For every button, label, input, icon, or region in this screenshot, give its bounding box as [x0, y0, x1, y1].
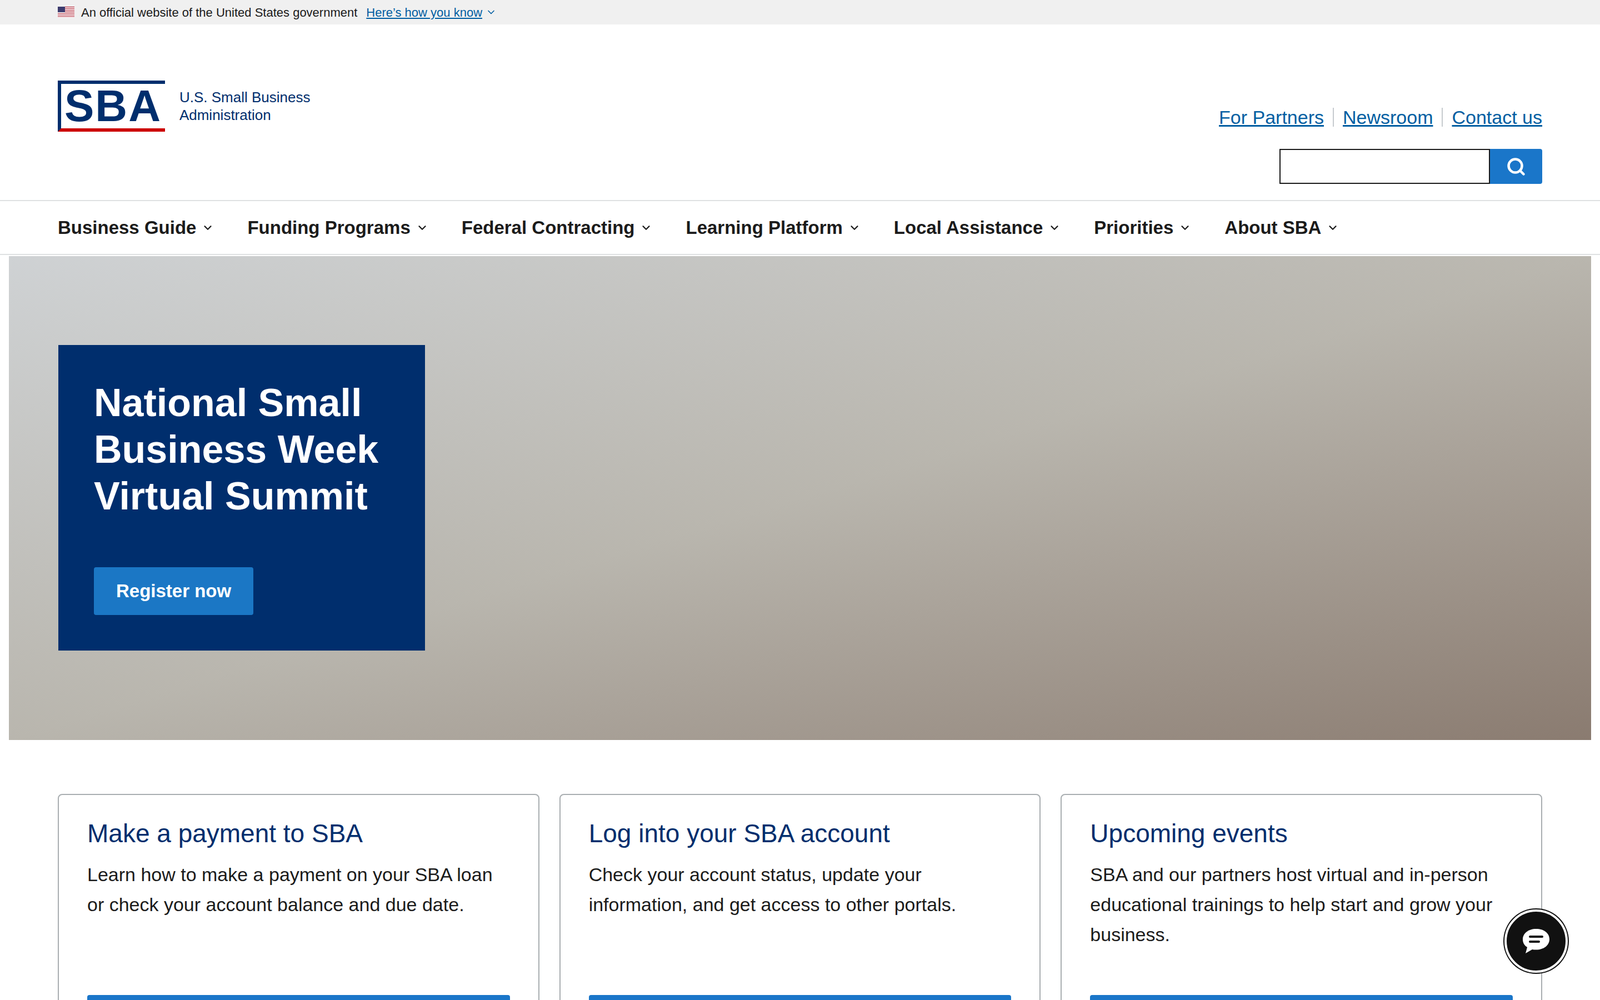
chevron-down-icon: [1178, 221, 1192, 234]
sba-logo[interactable]: SBA U.S. Small BusinessAdministration: [57, 24, 310, 132]
card-title[interactable]: Log into your SBA account: [588, 817, 1012, 850]
header-right: For Partners Newsroom Contact us: [1218, 24, 1543, 200]
card-title[interactable]: Upcoming events: [1090, 817, 1513, 850]
link-divider: [1441, 107, 1443, 127]
logo-name: U.S. Small BusinessAdministration: [179, 88, 311, 124]
search-icon: [1506, 156, 1527, 177]
how-you-know-link[interactable]: Here’s how you know: [366, 3, 497, 22]
link-divider: [1332, 107, 1334, 127]
card-body: Check your account status, update your i…: [588, 859, 1012, 920]
nav-item[interactable]: Learning Platform: [685, 213, 860, 242]
chat-button[interactable]: [1504, 909, 1568, 973]
chevron-down-icon: [416, 221, 429, 234]
card-body: Learn how to make a payment on your SBA …: [87, 859, 510, 920]
page: An official website of the United States…: [0, 0, 1600, 1000]
chevron-down-icon: [640, 221, 653, 234]
chevron-down-icon: [848, 221, 861, 234]
nav-item[interactable]: Funding Programs: [247, 213, 428, 242]
info-card: Log into your SBA account Check your acco…: [559, 793, 1042, 1000]
us-flag-icon: [57, 6, 75, 18]
card-row: Make a payment to SBA Learn how to make a…: [0, 793, 1600, 1000]
nav-item[interactable]: Local Assistance: [893, 213, 1061, 242]
register-button[interactable]: Register now: [93, 567, 254, 615]
hero-panel: National Small Business Week Virtual Sum…: [58, 345, 425, 651]
card-button[interactable]: [87, 995, 510, 1000]
header: SBA U.S. Small BusinessAdministration For …: [0, 24, 1600, 200]
nav-item[interactable]: Priorities: [1093, 213, 1192, 242]
card-title[interactable]: Make a payment to SBA: [87, 817, 510, 850]
card-button[interactable]: [588, 995, 1012, 1000]
search-form: [1279, 148, 1543, 184]
chevron-down-icon: [1326, 221, 1339, 234]
search-button[interactable]: [1490, 148, 1543, 184]
card-button[interactable]: [1090, 995, 1513, 1000]
logo-mark: SBA: [57, 80, 165, 132]
main-nav: Business Guide Funding Programs Federal Co…: [0, 200, 1600, 255]
utility-link[interactable]: Contact us: [1451, 105, 1543, 130]
chat-bubble-icon: [1520, 926, 1552, 956]
nav-item[interactable]: About SBA: [1224, 213, 1339, 242]
gov-banner-text: An official website of the United States…: [81, 3, 358, 22]
chevron-down-icon: [1048, 221, 1061, 234]
utility-links: For Partners Newsroom Contact us: [1218, 105, 1543, 130]
nav-item[interactable]: Federal Contracting: [461, 213, 653, 242]
info-card: Make a payment to SBA Learn how to make a…: [57, 793, 540, 1000]
gov-banner: An official website of the United States…: [0, 0, 1600, 25]
chevron-down-icon: [201, 221, 214, 234]
nav-item[interactable]: Business Guide: [57, 213, 214, 242]
utility-link[interactable]: Newsroom: [1342, 105, 1433, 130]
info-card: Upcoming events SBA and our partners host…: [1060, 793, 1543, 1000]
utility-link[interactable]: For Partners: [1218, 105, 1324, 130]
hero: National Small Business Week Virtual Sum…: [8, 256, 1592, 740]
hero-title: National Small Business Week Virtual Sum…: [93, 379, 390, 520]
chevron-down-icon: [485, 6, 497, 18]
card-body: SBA and our partners host virtual and in…: [1090, 859, 1513, 950]
search-input[interactable]: [1279, 148, 1490, 184]
